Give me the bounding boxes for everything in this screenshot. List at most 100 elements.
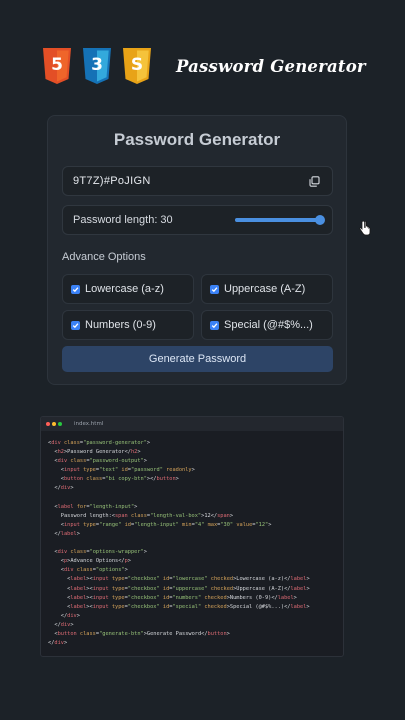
code-token: type [79,467,96,474]
option-lowercase[interactable]: Lowercase (a-z) [62,274,194,304]
code-token: "checkbox" [127,585,160,592]
code-token: type [108,576,125,583]
code-token: > [70,485,74,492]
code-token: "12" [255,521,269,528]
slider-thumb[interactable] [315,215,325,225]
code-token: Password length:< [60,512,115,519]
code-token: > [175,476,179,483]
option-special[interactable]: Special (@#$%...) [201,310,333,340]
minimize-dot[interactable] [52,422,56,426]
code-token: "options-wrapper" [89,549,144,556]
code-token: input [92,576,109,583]
code-token: span [114,512,128,519]
code-body: <div class="password-generator"> <h2>Pas… [41,431,343,648]
code-token: >12</ [201,512,218,519]
option-numbers[interactable]: Numbers (0-9) [62,310,194,340]
code-token: "numbers" [172,594,202,601]
code-token: >Password Generator</ [63,449,131,456]
code-token: > [143,458,147,465]
code-token: > [268,521,272,528]
code-token: > [70,621,74,628]
code-token: min [178,521,192,528]
checkbox-lowercase[interactable] [71,284,80,294]
password-output[interactable]: 9T7Z)#PoJIGN [62,166,333,196]
code-token: checked [207,585,234,592]
code-token: >Numbers (0-9)</ [226,594,278,601]
checkbox-numbers[interactable] [71,320,80,330]
code-token: label [70,585,87,592]
code-token: "checkbox" [127,603,160,610]
code-token: label [290,576,307,583]
code-token: "password-output" [89,458,144,465]
code-token: >Uppercase (A-Z)</ [233,585,291,592]
code-line: <div class="options"> [48,566,343,575]
code-token: label [70,603,87,610]
length-slider[interactable] [235,214,325,226]
code-token: checked [201,603,227,610]
code-token: > [229,512,234,519]
card-title: Password Generator [113,130,281,149]
checkbox-special[interactable] [210,320,219,330]
code-token: div [60,621,71,628]
code-token: > [76,612,80,619]
code-token: > [306,603,310,610]
code-line: </div> [48,612,343,621]
code-token: button [207,630,227,637]
code-token: > [76,530,80,537]
code-token: id [118,467,128,474]
generate-password-button[interactable]: Generate Password [62,346,333,372]
code-token: div [60,485,71,492]
code-line: </div> [48,639,343,648]
checkbox-uppercase[interactable] [210,284,219,294]
code-token: "uppercase" [172,585,208,592]
length-control: Password length: 30 [62,205,333,235]
code-token: "length-input" [134,521,179,528]
code-line: <label for="length-input"> [48,503,343,512]
code-line: </label> [48,530,343,539]
code-token: "checkbox" [127,594,160,601]
advance-options-title: Advance Options [62,251,146,263]
length-label: Password length: 30 [73,214,173,226]
code-token: input [63,467,80,474]
code-line: <p>Advance Options</p> [48,557,343,566]
code-token: id [159,585,170,592]
code-token: input [63,521,80,528]
code-token: "4" [194,521,205,528]
close-dot[interactable] [46,422,50,426]
code-token: > [306,585,310,592]
password-generator-card: Password Generator 9T7Z)#PoJIGN Password… [47,115,347,385]
code-token: > [143,549,147,556]
css3-badge-label: 3 [91,55,103,75]
option-uppercase[interactable]: Uppercase (A-Z) [201,274,333,304]
code-token: "range" [99,521,122,528]
password-field[interactable]: 9T7Z)#PoJIGN [73,175,306,187]
code-token: > [191,467,195,474]
code-editor-window: index.html <div class="password-generato… [40,416,344,657]
code-token: > [124,567,128,574]
copy-button[interactable] [306,173,322,189]
editor-titlebar: index.html [41,417,343,431]
code-token: > [137,449,141,456]
html5-icon: 5 [42,48,72,84]
code-token: >Generate Password</ [143,630,208,637]
code-token: > [134,503,138,510]
hand-cursor-icon [359,221,371,236]
code-line: <label><input type="checkbox" id="lowerc… [48,575,343,584]
code-line: <label><input type="checkbox" id="number… [48,594,343,603]
code-token: checked [207,576,234,583]
header-title: Password Generator [176,56,366,76]
code-token: label [290,603,307,610]
maximize-dot[interactable] [58,422,62,426]
code-token: max [204,521,218,528]
code-token: id [159,576,170,583]
code-token: button [63,476,84,483]
code-token: div [51,440,61,446]
code-token: label [290,585,307,592]
code-token: label [277,594,294,601]
code-line: <label><input type="checkbox" id="upperc… [48,585,343,594]
code-token: "text" [99,467,119,474]
code-token: div [57,458,68,465]
code-token: input [92,594,109,601]
code-token: "password-generator" [83,440,147,446]
